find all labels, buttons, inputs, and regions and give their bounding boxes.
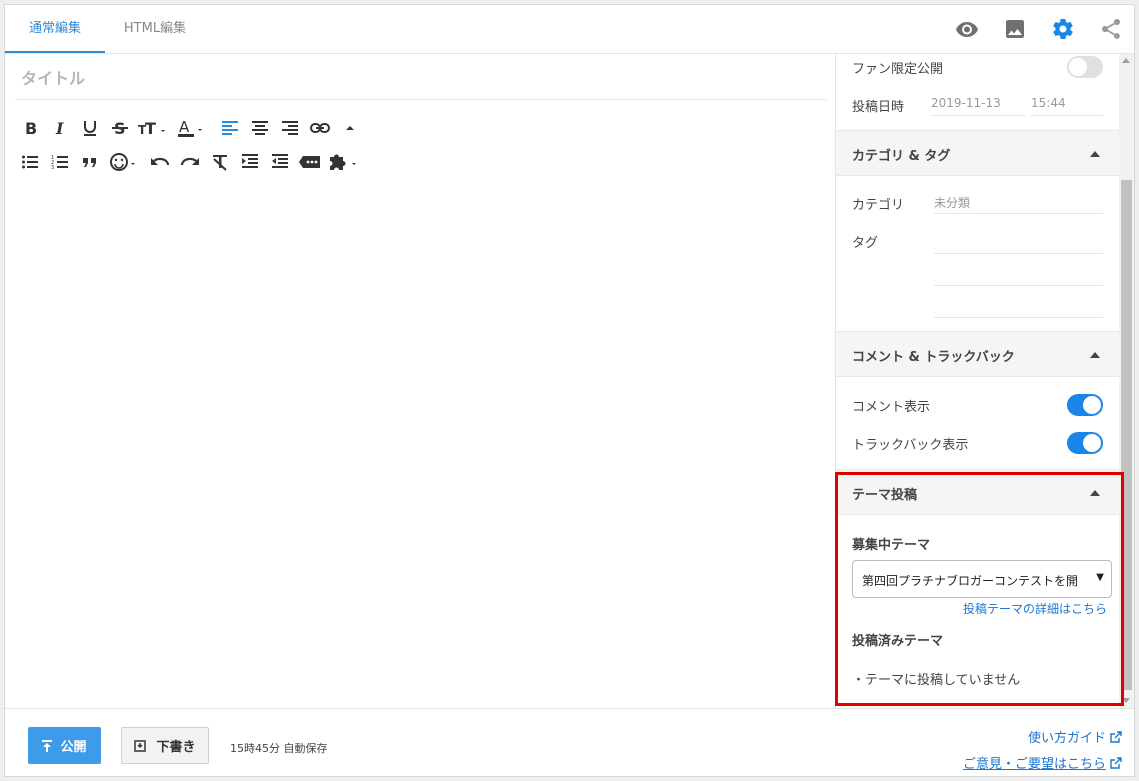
svg-text:B: B [25,119,37,137]
svg-text:A: A [179,118,190,136]
tag-field-2[interactable] [934,262,1103,286]
post-datetime-label: 投稿日時 [852,100,905,115]
image-icon[interactable] [1003,17,1027,41]
italic-icon[interactable]: I [47,115,73,141]
publish-label: 公開 [60,740,87,755]
theme-post-section-header[interactable]: テーマ投稿 [836,469,1119,515]
numbered-list-icon[interactable]: 123 [47,149,73,175]
editor-area: B I S TT A [5,54,835,708]
bullet-list-icon[interactable] [17,149,43,175]
posted-theme-label: 投稿済みテーマ [852,634,944,649]
draft-label: 下書き [156,740,196,755]
emoji-icon[interactable] [107,149,141,175]
post-time-field[interactable]: 15:44 [1031,92,1103,116]
theme-select-value: 第四回プラチナブロガーコンテストを開 [862,574,1079,588]
feedback-link[interactable]: ご意見・ご要望はこちら [963,753,1122,772]
eye-icon[interactable] [955,17,979,41]
theme-select[interactable]: 第四回プラチナブロガーコンテストを開 ▼ [852,560,1112,598]
external-link-icon [1110,756,1122,769]
category-tag-section-header[interactable]: カテゴリ & タグ [836,130,1119,176]
section-title: カテゴリ & タグ [852,149,951,164]
section-title: テーマ投稿 [852,488,918,503]
chevron-up-icon [1090,490,1100,496]
comment-display-label: コメント表示 [852,400,931,415]
toggle-knob [1083,396,1101,414]
gear-icon[interactable] [1051,17,1075,41]
align-left-icon[interactable] [217,115,243,141]
comment-trackback-section-header[interactable]: コメント & トラックバック [836,331,1119,377]
tab-normal-edit[interactable]: 通常編集 [5,5,105,53]
category-label: カテゴリ [852,198,905,213]
undo-icon[interactable] [147,149,173,175]
more-icon[interactable] [297,149,323,175]
usage-guide-label: 使い方ガイド [1027,731,1106,746]
scroll-up-arrow-icon[interactable] [1122,58,1130,63]
svg-text:I: I [55,119,64,137]
editor-window: 通常編集 HTML編集 B I S TT [4,4,1135,777]
external-link-icon [1110,730,1122,743]
settings-sidebar: ファン限定公開 投稿日時 2019-11-13 15:44 カテゴリ & タグ … [835,54,1119,708]
dropdown-arrow-icon: ▼ [1096,572,1104,583]
footer-bar: 公開 下書き 15時45分 自動保存 使い方ガイド ご意見・ご要望はこちら [5,708,1134,776]
share-icon[interactable] [1099,17,1123,41]
svg-text:3: 3 [51,165,54,171]
toggle-knob [1069,58,1087,76]
fan-only-label: ファン限定公開 [852,62,944,77]
title-input[interactable] [15,58,827,100]
underline-icon[interactable] [77,115,103,141]
font-size-icon[interactable]: TT [137,115,171,141]
align-center-icon[interactable] [247,115,273,141]
chevron-up-icon [1090,151,1100,157]
link-icon[interactable] [307,115,333,141]
redo-icon[interactable] [177,149,203,175]
strikethrough-icon[interactable]: S [107,115,133,141]
draft-button[interactable]: 下書き [121,727,209,764]
scroll-thumb[interactable] [1121,180,1132,690]
fan-only-toggle[interactable] [1067,56,1103,78]
plugin-icon[interactable] [327,149,361,175]
usage-guide-link[interactable]: 使い方ガイド [1028,727,1122,746]
section-title: コメント & トラックバック [852,350,1015,365]
bold-icon[interactable]: B [17,115,43,141]
clear-format-icon[interactable] [207,149,233,175]
outdent-icon[interactable] [267,149,293,175]
feedback-label: ご意見・ご要望はこちら [962,757,1106,772]
collapse-toolbar-icon[interactable] [337,115,363,141]
tag-field-1[interactable] [934,230,1103,254]
theme-detail-link[interactable]: 投稿テーマの詳細はこちら [963,600,1107,617]
comment-display-toggle[interactable] [1067,394,1103,416]
post-date-field[interactable]: 2019-11-13 [931,92,1025,116]
indent-icon[interactable] [237,149,263,175]
upload-icon [42,739,53,752]
tab-html-edit[interactable]: HTML編集 [105,5,205,53]
publish-button[interactable]: 公開 [28,727,101,764]
posted-theme-value: ・テーマに投稿していません [852,673,1021,688]
recruiting-theme-label: 募集中テーマ [852,538,931,553]
category-field[interactable]: 未分類 [934,190,1103,214]
font-color-icon[interactable]: A [175,115,209,141]
quote-icon[interactable] [77,149,103,175]
autosave-status: 15時45分 自動保存 [230,742,328,755]
save-draft-icon [134,739,147,752]
align-right-icon[interactable] [277,115,303,141]
svg-text:T: T [145,119,156,137]
top-bar: 通常編集 HTML編集 [5,5,1134,54]
tag-label: タグ [852,236,879,251]
trackback-display-toggle[interactable] [1067,432,1103,454]
trackback-display-label: トラックバック表示 [852,438,969,453]
scroll-down-arrow-icon[interactable] [1122,698,1130,703]
toggle-knob [1083,434,1101,452]
chevron-up-icon [1090,352,1100,358]
tag-field-3[interactable] [934,294,1103,318]
sidebar-scrollbar[interactable] [1119,54,1134,708]
